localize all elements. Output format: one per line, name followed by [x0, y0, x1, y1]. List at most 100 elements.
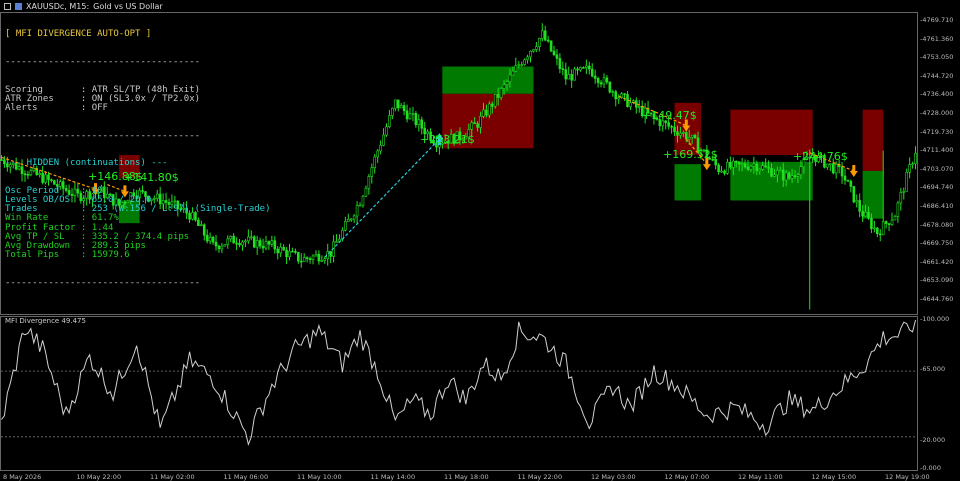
- candle: [540, 30, 544, 39]
- candle: [529, 50, 532, 58]
- candle: [523, 59, 526, 65]
- candle: [0, 159, 3, 161]
- candle: [787, 172, 791, 179]
- time-tick: 10 May 22:00: [76, 473, 122, 481]
- candle: [388, 115, 391, 128]
- candle: [508, 74, 512, 82]
- candle: [840, 166, 844, 177]
- candle: [611, 91, 615, 94]
- candle: [532, 49, 535, 52]
- candle: [884, 221, 888, 224]
- candle: [391, 107, 394, 116]
- price-tick: -4694.740: [920, 183, 954, 192]
- candle: [305, 257, 309, 259]
- candle: [667, 122, 670, 127]
- chart-header: XAUUSDc, M15: Gold vs US Dollar: [0, 0, 163, 12]
- candle: [270, 240, 274, 245]
- candle: [367, 176, 371, 189]
- tp-zone: [674, 164, 701, 201]
- candle: [734, 160, 738, 163]
- candle: [890, 219, 894, 225]
- candle: [737, 161, 741, 165]
- candle: [411, 113, 415, 115]
- candle: [294, 250, 297, 253]
- candle: [567, 74, 571, 80]
- candle: [740, 163, 744, 165]
- candle: [317, 253, 321, 262]
- price-tick: -4669.750: [920, 239, 954, 248]
- candle: [590, 68, 594, 77]
- candle: [746, 166, 750, 170]
- candle: [684, 132, 688, 140]
- price-tick: -4728.000: [920, 109, 954, 117]
- candle: [831, 163, 835, 174]
- candle: [335, 241, 338, 243]
- info-panel: [ MFI DIVERGENCE AUTO-OPT ] ------------…: [5, 12, 271, 307]
- candle: [552, 50, 556, 56]
- candle: [473, 122, 476, 125]
- hidden-section-title: --- HIDDEN (continuations) ---: [5, 158, 168, 169]
- candle: [876, 227, 879, 235]
- price-tick: -4761.360: [920, 34, 954, 43]
- candle: [279, 246, 282, 254]
- candle: [382, 134, 385, 146]
- candle: [517, 64, 521, 66]
- time-tick: 11 May 06:00: [223, 473, 269, 481]
- candle: [826, 163, 829, 168]
- time-tick: 11 May 22:00: [517, 473, 563, 481]
- time-tick: 12 May 15:00: [811, 473, 857, 481]
- window-menu-icon[interactable]: [4, 2, 11, 10]
- time-tick: 11 May 10:00: [297, 473, 342, 481]
- candle: [593, 75, 597, 79]
- candle: [587, 65, 591, 70]
- candle: [608, 81, 612, 93]
- candle: [379, 145, 382, 152]
- candle: [417, 119, 421, 125]
- candle: [364, 187, 368, 197]
- candle: [770, 168, 773, 177]
- candle: [799, 166, 803, 176]
- sl-zone: [730, 109, 813, 156]
- time-axis[interactable]: 8 May 2026 10 May 22:00 11 May 02:00 11 May…: [0, 470, 930, 481]
- candle: [617, 97, 620, 100]
- candle: [911, 163, 914, 165]
- candle: [614, 91, 618, 100]
- time-tick: 8 May 2026: [3, 473, 42, 481]
- oscillator-axis[interactable]: -100.000 -65.000 -20.000 -0.000: [918, 315, 960, 472]
- tp-zone: [442, 66, 534, 94]
- candle: [482, 109, 485, 117]
- price-axis[interactable]: -4769.710 -4761.360 -4753.050 -4744.720 -473…: [918, 0, 960, 315]
- candle: [690, 134, 694, 138]
- oscillator-tick: -65.000: [920, 365, 946, 373]
- candle: [720, 170, 723, 173]
- oscillator-frame: [0, 316, 918, 471]
- candle: [285, 249, 288, 258]
- candle: [723, 170, 726, 174]
- candle: [896, 202, 900, 217]
- price-tick: -4753.050: [920, 53, 954, 62]
- candle: [673, 126, 676, 132]
- price-tick: -4644.760: [920, 295, 954, 303]
- candle: [526, 56, 529, 61]
- candle: [596, 78, 600, 83]
- candle: [637, 105, 641, 108]
- trade-profit-label: +149.47$: [642, 109, 697, 122]
- candle: [297, 252, 300, 262]
- candle: [273, 240, 277, 250]
- candle: [302, 257, 306, 262]
- candle: [470, 122, 474, 130]
- oscillator-tick: -20.000: [920, 436, 946, 444]
- trade-profit-label: +253.21$: [420, 133, 475, 146]
- chart-window[interactable]: XAUUSDc, M15: Gold vs US Dollar [ MFI DI…: [0, 0, 960, 481]
- candle: [843, 175, 847, 181]
- time-tick: 12 May 11:00: [738, 473, 783, 481]
- candle: [490, 103, 494, 107]
- candle: [570, 74, 573, 81]
- candle: [402, 105, 406, 112]
- candle: [870, 217, 873, 229]
- candle: [676, 131, 679, 136]
- panel-stat: Total Pips : 15979.6: [5, 250, 130, 261]
- candle: [732, 160, 735, 168]
- price-tick: -4703.070: [920, 164, 954, 173]
- candle: [867, 212, 870, 219]
